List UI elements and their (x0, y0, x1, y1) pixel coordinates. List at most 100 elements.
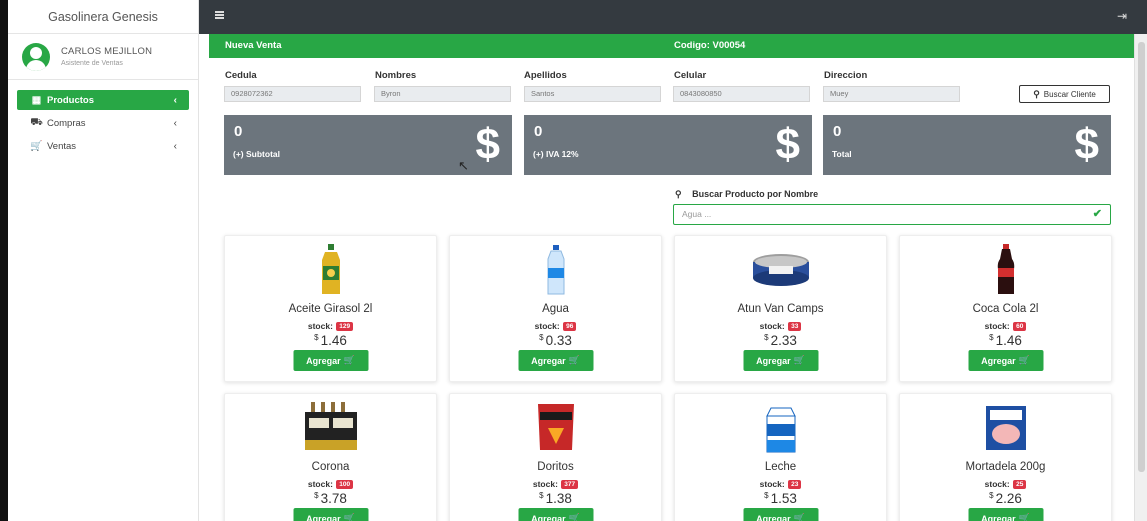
stock-badge: 33 (788, 322, 802, 331)
cart-plus-icon: 🛒 (343, 355, 355, 365)
sidebar: Gasolinera Genesis CARLOS MEJILLON Asist… (8, 0, 199, 521)
product-name: Doritos (537, 461, 574, 473)
currency-symbol: $ (314, 333, 319, 342)
add-button-label: Agregar (981, 355, 1016, 366)
cart-plus-icon: 🛒 (793, 513, 805, 521)
beer-pack-icon (304, 402, 357, 450)
product-search-input[interactable]: Agua ... ✔ (673, 204, 1111, 225)
product-name: Coca Cola 2l (972, 303, 1039, 315)
apellidos-field[interactable]: Santos (524, 86, 661, 102)
add-product-button[interactable]: Agregar 🛒 (293, 508, 368, 521)
iva-label: (+) IVA 12% (533, 149, 579, 159)
add-button-label: Agregar (306, 513, 341, 521)
product-stock: stock: 23 (675, 479, 886, 489)
stock-badge: 96 (563, 322, 577, 331)
sidebar-item-ventas[interactable]: 🛒 Ventas ‹ (17, 136, 189, 156)
add-product-button[interactable]: Agregar 🛒 (968, 508, 1043, 521)
logout-icon[interactable]: ⇥ (1117, 9, 1127, 23)
cart-icon: 🛒 (30, 140, 43, 152)
add-button-label: Agregar (531, 355, 566, 366)
milk-carton-icon (765, 407, 796, 453)
add-product-button[interactable]: Agregar 🛒 (743, 350, 818, 371)
cart-plus-icon: 🛒 (1018, 355, 1030, 365)
iva-box: 0 (+) IVA 12% $ (524, 115, 812, 175)
stock-label: stock: (984, 321, 1010, 331)
chevron-left-icon: ‹ (173, 117, 177, 129)
product-price: $2.33 (675, 333, 886, 348)
product-stock: stock: 60 (900, 321, 1111, 331)
search-client-button[interactable]: ⚲ Buscar Cliente (1019, 85, 1110, 103)
add-product-button[interactable]: Agregar 🛒 (518, 350, 593, 371)
add-product-button[interactable]: Agregar 🛒 (968, 350, 1043, 371)
product-name: Corona (311, 461, 350, 473)
user-role: Asistente de Ventas (61, 60, 123, 67)
sidebar-item-compras[interactable]: ⛟ Compras ‹ (17, 113, 189, 133)
product-search-label-text: Buscar Producto por Nombre (692, 189, 819, 199)
product-price: $1.53 (675, 491, 886, 506)
stock-label: stock: (984, 479, 1010, 489)
page-title: Nueva Venta (225, 40, 282, 51)
sidebar-item-productos[interactable]: ▦ Productos ‹ (17, 90, 189, 110)
price-value: 1.38 (545, 491, 572, 506)
stock-badge: 100 (336, 480, 354, 489)
cart-plus-icon: 🛒 (343, 513, 355, 521)
celular-field[interactable]: 0843080850 (673, 86, 810, 102)
hamburger-menu-icon[interactable] (215, 11, 224, 13)
price-value: 1.46 (320, 333, 347, 348)
currency-symbol: $ (764, 333, 769, 342)
product-name: Aceite Girasol 2l (288, 303, 373, 315)
stock-label: stock: (534, 321, 560, 331)
product-search-label: ⚲ Buscar Producto por Nombre (675, 189, 818, 200)
stock-badge: 377 (561, 480, 579, 489)
app-window: Gasolinera Genesis CARLOS MEJILLON Asist… (0, 0, 1147, 521)
brand-title[interactable]: Gasolinera Genesis (8, 0, 198, 34)
price-value: 1.46 (995, 333, 1022, 348)
product-price: $3.78 (225, 491, 436, 506)
sale-code: Codigo: V00054 (674, 40, 746, 51)
truck-icon: ⛟ (30, 116, 43, 128)
product-price: $1.46 (900, 333, 1111, 348)
dollar-icon: $ (1074, 120, 1099, 169)
stock-badge: 60 (1013, 322, 1027, 331)
cart-plus-icon: 🛒 (568, 513, 580, 521)
add-product-button[interactable]: Agregar 🛒 (518, 508, 593, 521)
product-card: Corona stock: 100 $3.78 Agregar 🛒 (224, 393, 437, 521)
price-value: 1.53 (770, 491, 797, 506)
add-product-button[interactable]: Agregar 🛒 (293, 350, 368, 371)
celular-label: Celular (674, 70, 707, 81)
product-name: Mortadela 200g (965, 461, 1046, 473)
scrollbar-thumb[interactable] (1138, 42, 1145, 472)
price-value: 3.78 (320, 491, 347, 506)
currency-symbol: $ (539, 491, 544, 500)
product-stock: stock: 25 (900, 479, 1111, 489)
cart-plus-icon: 🛒 (793, 355, 805, 365)
add-button-label: Agregar (756, 355, 791, 366)
cedula-field[interactable]: 0928072362 (224, 86, 361, 102)
page-scrollbar[interactable] (1134, 34, 1147, 521)
dollar-icon: $ (475, 120, 500, 169)
top-navbar: ⇥ (199, 0, 1147, 34)
total-value: 0 (833, 123, 842, 140)
direccion-field[interactable]: Muey (823, 86, 960, 102)
nombres-label: Nombres (375, 70, 417, 81)
product-price: $1.46 (225, 333, 436, 348)
chips-bag-icon (537, 404, 574, 450)
price-value: 2.33 (770, 333, 797, 348)
mouse-cursor-icon: ↖ (458, 158, 469, 173)
add-button-label: Agregar (756, 513, 791, 521)
avatar-icon (22, 42, 50, 71)
currency-symbol: $ (764, 491, 769, 500)
search-icon: ⚲ (1033, 88, 1040, 99)
cart-plus-icon: 🛒 (568, 355, 580, 365)
stock-label: stock: (759, 321, 785, 331)
nombres-field[interactable]: Byron (374, 86, 511, 102)
product-card: Mortadela 200g stock: 25 $2.26 Agregar 🛒 (899, 393, 1112, 521)
add-product-button[interactable]: Agregar 🛒 (743, 508, 818, 521)
cedula-label: Cedula (225, 70, 257, 81)
subtotal-value: 0 (234, 123, 243, 140)
product-stock: stock: 377 (450, 479, 661, 489)
search-client-label: Buscar Cliente (1043, 89, 1096, 99)
price-value: 0.33 (545, 333, 572, 348)
sidebar-item-label: Productos (47, 94, 94, 106)
price-value: 2.26 (995, 491, 1022, 506)
